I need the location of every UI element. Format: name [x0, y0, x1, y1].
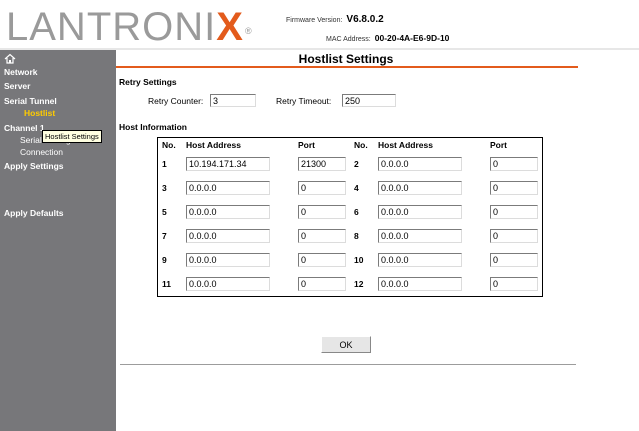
header: LANTRONIX® Firmware Version: V6.8.0.2 MAC… — [0, 0, 639, 50]
host-address-input-2[interactable] — [378, 157, 462, 171]
host-address-input-4[interactable] — [378, 181, 462, 195]
col-no: No. — [162, 140, 176, 150]
host-information-heading: Host Information — [119, 122, 187, 132]
col-host-address-2: Host Address — [378, 140, 433, 150]
host-port-input-8[interactable] — [490, 229, 538, 243]
col-host-address: Host Address — [186, 140, 241, 150]
mac-address: MAC Address: 00-20-4A-E6-9D-10 — [326, 33, 449, 43]
nav-network[interactable]: Network — [4, 67, 38, 77]
table-header-row: No. Host Address Port No. Host Address P… — [158, 138, 542, 152]
table-row: 3 4 — [158, 176, 542, 200]
mac-label: MAC Address: — [326, 36, 371, 43]
sidebar: Network Server Serial Tunnel Hostlist Ch… — [0, 50, 116, 431]
host-no: 2 — [354, 159, 359, 169]
retry-timeout-label: Retry Timeout: — [276, 96, 332, 106]
mac-value: 00-20-4A-E6-9D-10 — [374, 33, 450, 43]
nav-serial-tunnel[interactable]: Serial Tunnel — [4, 96, 57, 106]
hostlist-tooltip: Hostlist Settings — [42, 130, 102, 143]
firmware-label: Firmware Version: — [286, 17, 343, 24]
host-port-input-5[interactable] — [298, 205, 346, 219]
table-row: 11 12 — [158, 272, 542, 296]
table-row: 7 8 — [158, 224, 542, 248]
hostlist-table: No. Host Address Port No. Host Address P… — [157, 137, 543, 297]
bottom-divider — [120, 364, 576, 365]
host-port-input-11[interactable] — [298, 277, 346, 291]
registered-mark: ® — [244, 26, 253, 36]
host-address-input-7[interactable] — [186, 229, 270, 243]
table-row: 1 2 — [158, 152, 542, 176]
nav-connection[interactable]: Connection — [20, 147, 63, 157]
host-port-input-10[interactable] — [490, 253, 538, 267]
host-port-input-9[interactable] — [298, 253, 346, 267]
host-no: 10 — [354, 255, 364, 265]
retry-settings-heading: Retry Settings — [119, 77, 177, 87]
host-no: 7 — [162, 231, 167, 241]
logo-x: X — [216, 5, 244, 49]
host-no: 8 — [354, 231, 359, 241]
host-port-input-6[interactable] — [490, 205, 538, 219]
host-port-input-7[interactable] — [298, 229, 346, 243]
nav-channel-1[interactable]: Channel 1 — [4, 123, 45, 133]
title-underline — [116, 66, 578, 68]
nav-hostlist[interactable]: Hostlist — [24, 108, 55, 118]
table-row: 5 6 — [158, 200, 542, 224]
host-address-input-10[interactable] — [378, 253, 462, 267]
retry-counter-label: Retry Counter: — [148, 96, 204, 106]
host-address-input-9[interactable] — [186, 253, 270, 267]
host-address-input-1[interactable] — [186, 157, 270, 171]
retry-counter-input[interactable] — [210, 94, 256, 107]
firmware-version: Firmware Version: V6.8.0.2 — [286, 14, 384, 25]
lantronix-logo: LANTRONIX® — [6, 7, 252, 47]
host-no: 5 — [162, 207, 167, 217]
host-address-input-6[interactable] — [378, 205, 462, 219]
host-address-input-11[interactable] — [186, 277, 270, 291]
table-row: 9 10 — [158, 248, 542, 272]
host-address-input-5[interactable] — [186, 205, 270, 219]
ok-button[interactable]: OK — [321, 336, 371, 353]
host-no: 11 — [162, 279, 171, 289]
host-port-input-4[interactable] — [490, 181, 538, 195]
firmware-value: V6.8.0.2 — [346, 14, 384, 25]
col-port-2: Port — [490, 140, 507, 150]
page-title: Hostlist Settings — [298, 52, 394, 66]
host-no: 9 — [162, 255, 167, 265]
host-no: 6 — [354, 207, 359, 217]
host-no: 3 — [162, 183, 167, 193]
host-address-input-12[interactable] — [378, 277, 462, 291]
nav-apply-settings[interactable]: Apply Settings — [4, 161, 64, 171]
home-icon[interactable] — [4, 53, 16, 65]
retry-timeout-input[interactable] — [342, 94, 396, 107]
host-no: 1 — [162, 159, 167, 169]
host-port-input-2[interactable] — [490, 157, 538, 171]
host-address-input-3[interactable] — [186, 181, 270, 195]
nav-apply-defaults[interactable]: Apply Defaults — [4, 208, 64, 218]
host-no: 12 — [354, 279, 364, 289]
col-no-2: No. — [354, 140, 368, 150]
host-port-input-1[interactable] — [298, 157, 346, 171]
col-port: Port — [298, 140, 315, 150]
host-port-input-12[interactable] — [490, 277, 538, 291]
host-no: 4 — [354, 183, 359, 193]
host-address-input-8[interactable] — [378, 229, 462, 243]
host-port-input-3[interactable] — [298, 181, 346, 195]
logo-text: LANTRONI — [6, 5, 217, 49]
nav-server[interactable]: Server — [4, 81, 30, 91]
